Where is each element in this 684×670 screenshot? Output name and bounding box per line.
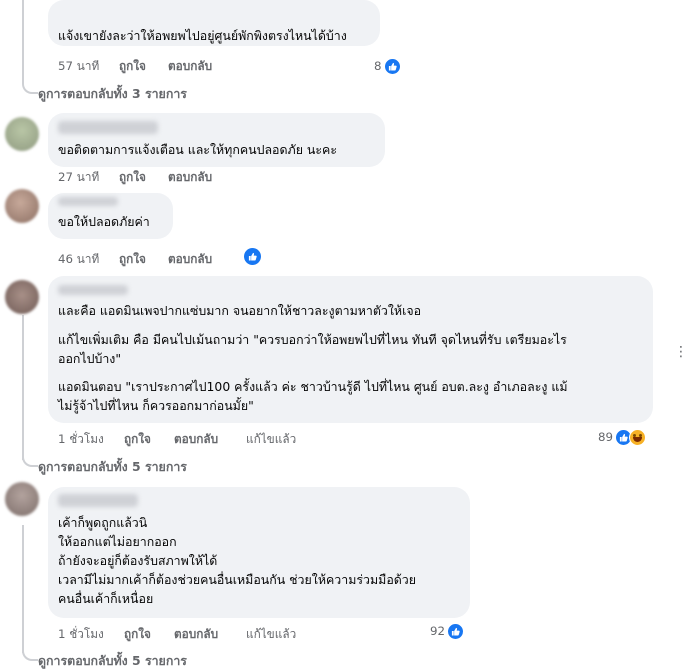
more-options-icon[interactable]: ⋮ xyxy=(674,345,684,359)
reply-button[interactable]: ตอบกลับ xyxy=(168,250,212,269)
author-name[interactable] xyxy=(58,494,138,507)
reply-button[interactable]: ตอบกลับ xyxy=(168,57,212,76)
like-button[interactable]: ถูกใจ xyxy=(124,625,151,644)
comment-meta: 57 นาที ถูกใจ ตอบกลับ xyxy=(58,57,298,73)
like-icon xyxy=(383,57,401,75)
thread-connector xyxy=(22,80,38,94)
view-replies-link[interactable]: ดูการตอบกลับทั้ง 5 รายการ xyxy=(38,652,187,670)
reaction-summary[interactable]: 92 xyxy=(430,622,465,640)
author-name[interactable] xyxy=(58,197,118,206)
like-icon xyxy=(244,247,261,265)
avatar[interactable] xyxy=(5,117,39,151)
thread-line xyxy=(22,0,24,84)
comment-text: แจ้งเขายังละว่าให้อพยพไปอยู่ศูนย์พักพิงต… xyxy=(58,28,347,43)
view-replies-link[interactable]: ดูการตอบกลับทั้ง 5 รายการ xyxy=(38,458,187,477)
comment-text: แอดมินตอบ "เราประกาศไป100 ครั้งแล้ว ค่ะ … xyxy=(58,379,568,394)
comment-meta: 1 ชั่วโมง ถูกใจ ตอบกลับ แก้ไขแล้ว xyxy=(58,430,318,446)
thread-connector xyxy=(22,453,38,467)
comment-time[interactable]: 57 นาที xyxy=(58,57,99,76)
comment-text: ให้ออกแต่ไม่อยากออก xyxy=(58,534,177,549)
reply-button[interactable]: ตอบกลับ xyxy=(168,168,212,187)
like-button[interactable]: ถูกใจ xyxy=(119,57,146,76)
comment-text: ไม่รู้จ้าไปที่ไหน ก็ควรออกมาก่อนมั้ย" xyxy=(58,398,254,413)
comment-meta: 27 นาที ถูกใจ ตอบกลับ xyxy=(58,168,298,184)
comment-text: คนอื่นเค้าก็เหนื่อย xyxy=(58,591,154,606)
comment-time[interactable]: 1 ชั่วโมง xyxy=(58,625,104,644)
reaction-count: 89 xyxy=(598,430,614,444)
edited-label: แก้ไขแล้ว xyxy=(246,627,297,641)
reaction-summary[interactable]: 8 xyxy=(374,57,401,75)
reply-button[interactable]: ตอบกลับ xyxy=(174,430,218,449)
comment-text: ออกไปบ้าง" xyxy=(58,351,122,366)
reaction-count: 8 xyxy=(374,59,382,73)
comment-text: ขอให้ปลอดภัยค่า xyxy=(58,214,150,229)
comment-time[interactable]: 27 นาที xyxy=(58,168,99,187)
like-button[interactable]: ถูกใจ xyxy=(119,250,146,269)
reaction-summary[interactable] xyxy=(244,247,261,265)
comment-text: เค้าก็พูดถูกแล้วนิ xyxy=(58,515,148,530)
avatar[interactable] xyxy=(5,280,39,314)
view-replies-link[interactable]: ดูการตอบกลับทั้ง 3 รายการ xyxy=(38,85,187,104)
comment-text: ถ้ายังจะอยู่ก็ต้องรับสภาพให้ได้ xyxy=(58,553,218,568)
thread-connector xyxy=(22,647,38,661)
comment-meta: 46 นาที ถูกใจ ตอบกลับ xyxy=(58,250,298,266)
comment-meta: 1 ชั่วโมง ถูกใจ ตอบกลับ แก้ไขแล้ว xyxy=(58,625,318,641)
reply-button[interactable]: ตอบกลับ xyxy=(174,625,218,644)
avatar[interactable] xyxy=(5,482,39,516)
like-icon xyxy=(447,622,465,640)
comment-time[interactable]: 1 ชั่วโมง xyxy=(58,430,104,449)
reaction-count: 92 xyxy=(430,624,446,638)
comment-text: เวลามีไม่มากเค้าก็ต้องช่วยคนอื่นเหมือนกั… xyxy=(58,572,417,587)
comment-text: ขอติดตามการแจ้งเตือน และให้ทุกคนปลอดภัย … xyxy=(58,142,337,157)
comment-text: และคือ แอดมินเพจปากแซ่บมาก จนอยากให้ชาวล… xyxy=(58,303,422,318)
comment-text: แก้ไขเพิ่มเติม คือ มีคนไปเม้นถามว่า "ควร… xyxy=(58,332,567,347)
author-name[interactable] xyxy=(58,285,128,295)
author-name[interactable] xyxy=(58,121,158,134)
like-button[interactable]: ถูกใจ xyxy=(124,430,151,449)
edited-label: แก้ไขแล้ว xyxy=(246,432,297,446)
thread-line xyxy=(22,315,24,460)
haha-icon xyxy=(629,428,647,446)
comment-time[interactable]: 46 นาที xyxy=(58,250,99,269)
thread-line xyxy=(22,525,24,653)
like-button[interactable]: ถูกใจ xyxy=(119,168,146,187)
reaction-summary[interactable]: 89 xyxy=(598,428,647,446)
avatar[interactable] xyxy=(5,189,39,223)
